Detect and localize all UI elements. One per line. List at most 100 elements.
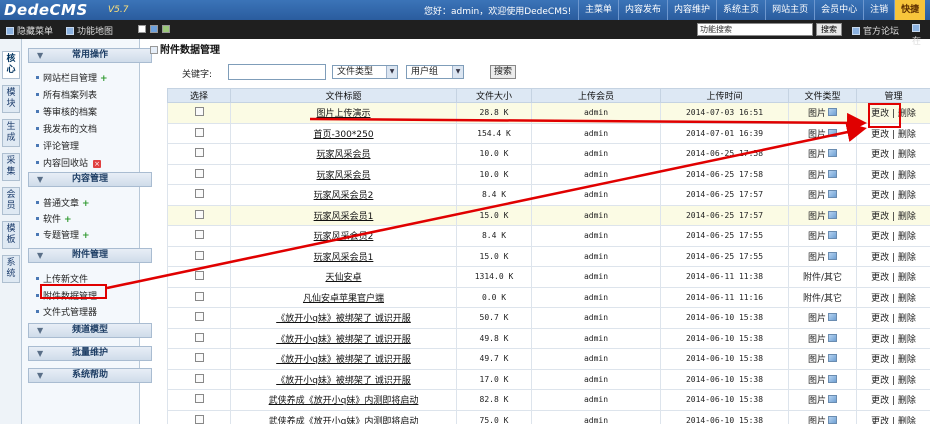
edit-button[interactable]: 更改 — [871, 130, 889, 140]
edit-button[interactable]: 更改 — [871, 253, 889, 263]
edit-button[interactable]: 更改 — [871, 335, 889, 345]
row-checkbox[interactable] — [194, 291, 204, 301]
delete-button[interactable]: 删除 — [898, 232, 916, 242]
row-checkbox[interactable] — [194, 230, 204, 240]
row-checkbox[interactable] — [194, 353, 204, 363]
image-preview-icon[interactable] — [828, 231, 837, 240]
delete-button[interactable]: 删除 — [898, 355, 916, 365]
menu-group-batch[interactable]: ▼ 批量维护 — [28, 346, 152, 361]
vtab-system[interactable]: 系统 — [2, 255, 20, 283]
nav-site-home[interactable]: 网站主页 — [765, 0, 814, 20]
image-preview-icon[interactable] — [828, 313, 837, 322]
image-preview-icon[interactable] — [828, 108, 837, 117]
vtab-module[interactable]: 模块 — [2, 85, 20, 113]
image-preview-icon[interactable] — [828, 251, 837, 260]
row-title-link[interactable]: 武侠养成《放开小q妹》内测即将启动 — [230, 409, 457, 424]
official-forum-link[interactable]: 官方论坛 — [852, 24, 899, 37]
vtab-template[interactable]: 模板 — [2, 221, 20, 249]
delete-button[interactable]: 删除 — [898, 396, 916, 406]
row-title-link[interactable]: 首页-300*250 — [230, 122, 457, 144]
clear-icon[interactable]: × — [93, 160, 102, 168]
nav-system-home[interactable]: 系统主页 — [716, 0, 765, 20]
add-icon[interactable]: + — [100, 74, 108, 84]
edit-button[interactable]: 更改 — [871, 212, 889, 222]
menu-item-my-documents[interactable]: 我发布的文档 — [36, 122, 97, 135]
row-title-link[interactable]: 玩家风采会员2 — [230, 225, 457, 247]
image-preview-icon[interactable] — [828, 149, 837, 158]
delete-button[interactable]: 删除 — [898, 273, 916, 283]
file-type-select[interactable]: 文件类型 ▼ — [332, 65, 398, 79]
row-title-link[interactable]: 玩家风采会员 — [230, 143, 457, 165]
vtab-generate[interactable]: 生成 — [2, 119, 20, 147]
function-search-input[interactable] — [697, 23, 813, 36]
image-preview-icon[interactable] — [828, 210, 837, 219]
row-title-link[interactable]: 《放开小q妹》被绑架了 诚识开服 — [230, 327, 457, 349]
function-search-button[interactable]: 搜索 — [816, 23, 842, 36]
filter-search-button[interactable]: 搜索 — [490, 65, 516, 79]
delete-button[interactable]: 删除 — [898, 191, 916, 201]
row-checkbox[interactable] — [194, 148, 204, 158]
nav-logout[interactable]: 注销 — [863, 0, 894, 20]
menu-item-comments[interactable]: 评论管理 — [36, 139, 79, 152]
menu-item-recycle-bin[interactable]: 内容回收站 × — [36, 156, 102, 169]
theme-swatch-white[interactable] — [138, 25, 146, 33]
row-title-link[interactable]: 玩家风采会员 — [230, 163, 457, 185]
nav-content-maintain[interactable]: 内容维护 — [667, 0, 716, 20]
image-preview-icon[interactable] — [828, 333, 837, 342]
nav-member-center[interactable]: 会员中心 — [814, 0, 863, 20]
menu-item-file-manager[interactable]: 文件式管理器 — [36, 305, 97, 318]
row-checkbox[interactable] — [194, 271, 204, 281]
edit-button[interactable]: 更改 — [871, 376, 889, 386]
menu-item-pending-archives[interactable]: 等审核的档案 — [36, 105, 97, 118]
delete-button[interactable]: 删除 — [898, 417, 916, 424]
menu-item-topics[interactable]: 专题管理 + — [36, 228, 90, 241]
vtab-member[interactable]: 会员 — [2, 187, 20, 215]
row-title-link[interactable]: 玩家风采会员1 — [230, 245, 457, 267]
row-checkbox[interactable] — [194, 414, 204, 424]
menu-group-channel[interactable]: ▼ 频道模型 — [28, 323, 152, 338]
delete-button[interactable]: 删除 — [898, 294, 916, 304]
edit-button[interactable]: 更改 — [871, 273, 889, 283]
function-map-button[interactable]: 功能地图 — [66, 24, 113, 37]
row-title-link[interactable]: 武侠养成《放开小q妹》内测即将启动 — [230, 389, 457, 411]
edit-button[interactable]: 更改 — [871, 314, 889, 324]
delete-button[interactable]: 删除 — [898, 376, 916, 386]
edit-button[interactable]: 更改 — [871, 355, 889, 365]
delete-button[interactable]: 删除 — [898, 314, 916, 324]
row-checkbox[interactable] — [194, 189, 204, 199]
menu-item-all-archives[interactable]: 所有档案列表 — [36, 88, 97, 101]
user-group-select[interactable]: 用户组 ▼ — [406, 65, 464, 79]
row-checkbox[interactable] — [194, 312, 204, 322]
edit-button[interactable]: 更改 — [871, 396, 889, 406]
theme-swatch-green[interactable] — [162, 25, 170, 33]
row-title-link[interactable]: 玩家风采会员1 — [230, 204, 457, 226]
vtab-core[interactable]: 核心 — [2, 51, 20, 79]
row-checkbox[interactable] — [194, 250, 204, 260]
row-title-link[interactable]: 《放开小q妹》被绑架了 诚识开服 — [230, 307, 457, 329]
row-title-link[interactable]: 天仙安卓 — [230, 266, 457, 288]
delete-button[interactable]: 删除 — [898, 130, 916, 140]
menu-group-attachment[interactable]: ▼ 附件管理 — [28, 248, 152, 263]
edit-button[interactable]: 更改 — [871, 232, 889, 242]
delete-button[interactable]: 删除 — [898, 335, 916, 345]
image-preview-icon[interactable] — [828, 190, 837, 199]
delete-button[interactable]: 删除 — [898, 171, 916, 181]
delete-button[interactable]: 删除 — [898, 253, 916, 263]
row-title-link[interactable]: 玩家风采会员2 — [230, 184, 457, 206]
row-checkbox[interactable] — [194, 209, 204, 219]
menu-item-articles[interactable]: 普通文章 + — [36, 196, 90, 209]
row-title-link[interactable]: 凡仙安卓苹果官户端 — [230, 286, 457, 308]
menu-group-common[interactable]: ▼ 常用操作 — [28, 48, 152, 63]
nav-main-menu[interactable]: 主菜单 — [578, 0, 618, 20]
delete-button[interactable]: 删除 — [898, 212, 916, 222]
hide-menu-button[interactable]: 隐藏菜单 — [6, 24, 53, 37]
row-title-link[interactable]: 《放开小q妹》被绑架了 诚识开服 — [230, 348, 457, 370]
edit-button[interactable]: 更改 — [871, 171, 889, 181]
image-preview-icon[interactable] — [828, 169, 837, 178]
row-checkbox[interactable] — [194, 168, 204, 178]
row-title-link[interactable]: 图片上传演示 — [230, 102, 457, 124]
menu-group-help[interactable]: ▼ 系统帮助 — [28, 368, 152, 383]
keyword-input[interactable] — [228, 64, 326, 80]
row-checkbox[interactable] — [194, 107, 204, 117]
image-preview-icon[interactable] — [828, 395, 837, 404]
